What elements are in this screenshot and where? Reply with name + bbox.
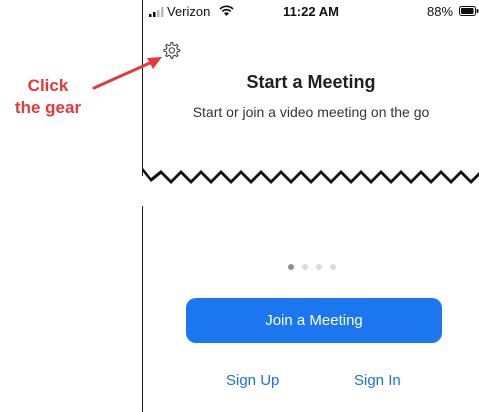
status-bar: Verizon 11:22 AM 88% xyxy=(143,0,479,22)
instruction-annotation: Click the gear xyxy=(0,75,96,119)
torn-edge-divider xyxy=(143,168,479,184)
page-dot-3[interactable] xyxy=(316,264,322,270)
sign-in-link[interactable]: Sign In xyxy=(354,372,401,389)
screenshot-left-border-lower xyxy=(142,206,143,412)
page-indicator xyxy=(288,264,348,272)
status-time: 11:22 AM xyxy=(283,4,339,19)
page-dot-4[interactable] xyxy=(330,264,336,270)
annotation-line-1: Click xyxy=(27,76,69,95)
join-meeting-button[interactable]: Join a Meeting xyxy=(186,298,442,343)
battery-icon xyxy=(459,6,479,16)
page-dot-2[interactable] xyxy=(302,264,308,270)
carrier-label: Verizon xyxy=(167,4,211,19)
sign-up-link[interactable]: Sign Up xyxy=(226,372,279,389)
signal-icon xyxy=(149,7,164,17)
wifi-icon xyxy=(219,5,234,16)
page-subtitle: Start or join a video meeting on the go xyxy=(192,104,430,120)
page-title: Start a Meeting xyxy=(246,72,376,92)
battery-percent: 88% xyxy=(427,4,454,19)
annotation-line-2: the gear xyxy=(14,98,82,117)
page-dot-1[interactable] xyxy=(288,264,294,270)
